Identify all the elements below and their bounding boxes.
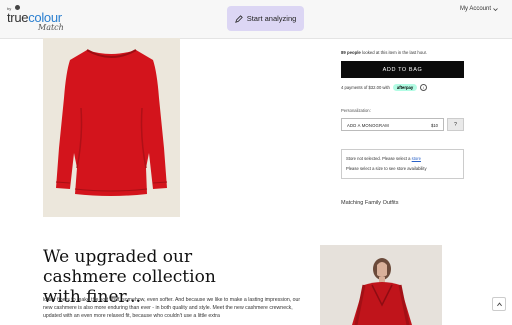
scroll-to-top-button[interactable] — [492, 297, 506, 311]
my-account-menu[interactable]: My Account — [460, 6, 498, 12]
chevron-down-icon — [493, 7, 498, 11]
afterpay-row: 4 payments of $32.00 with afterpay i — [341, 84, 428, 91]
section-body: loftier fibers to make the soft stuff, s… — [43, 297, 301, 319]
pen-icon — [234, 14, 243, 23]
views-notice: 89 people looked at this item in the las… — [341, 50, 427, 55]
monogram-price: $10 — [431, 123, 438, 128]
store-size-hint: Please select a size to see store availa… — [346, 166, 427, 171]
red-sweater-illustration — [55, 49, 168, 196]
model-image[interactable] — [320, 245, 442, 325]
matching-family-outfits-link[interactable]: Matching Family Outfits — [341, 200, 398, 206]
personalization-label: Personalization: — [341, 108, 371, 113]
my-account-label: My Account — [459, 6, 491, 12]
afterpay-text: 4 payments of $32.00 with — [341, 85, 390, 90]
product-image[interactable] — [43, 38, 180, 217]
store-availability-box: Store not selected. Please select a stor… — [341, 149, 464, 179]
top-bar: by truecolour Match Start analyzing My A… — [0, 0, 512, 39]
logo-script: Match — [38, 23, 64, 32]
add-to-bag-button[interactable]: ADD TO BAG — [341, 61, 464, 78]
add-monogram-button[interactable]: ADD A MONOGRAM $10 — [341, 118, 444, 131]
select-store-link[interactable]: store — [412, 156, 421, 161]
info-icon[interactable]: i — [420, 84, 428, 91]
monogram-label: ADD A MONOGRAM — [347, 123, 389, 128]
start-analyzing-button[interactable]: Start analyzing — [227, 6, 304, 31]
start-analyzing-label: Start analyzing — [246, 14, 297, 23]
help-button[interactable]: ? — [447, 118, 464, 131]
store-status: Store not selected. Please select a stor… — [346, 156, 421, 161]
afterpay-badge[interactable]: afterpay — [392, 84, 418, 91]
chevron-up-icon — [496, 301, 502, 306]
model-illustration — [352, 258, 412, 325]
